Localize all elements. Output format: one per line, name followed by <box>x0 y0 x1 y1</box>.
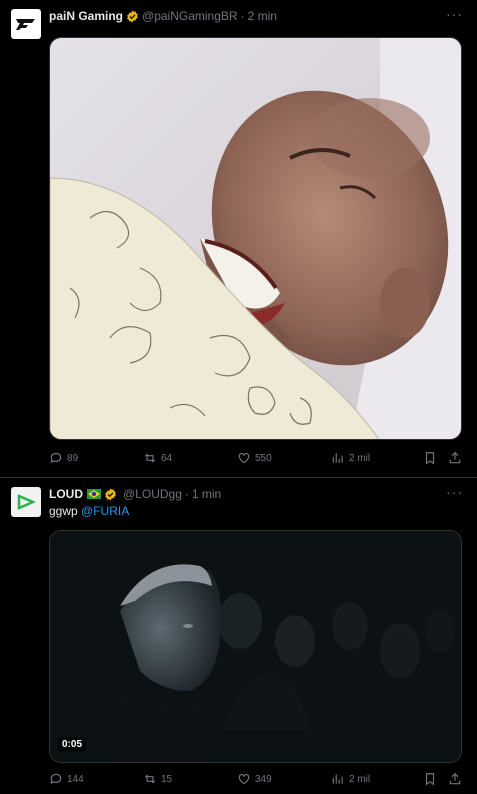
video-timestamp: 0:05 <box>58 737 87 752</box>
more-options-icon[interactable]: ··· <box>446 6 463 22</box>
retweet-icon <box>144 453 156 463</box>
reply-icon <box>50 773 62 785</box>
mention-link[interactable]: @FURIA <box>81 504 129 518</box>
tweet-video[interactable]: 0:05 <box>49 530 462 763</box>
tweet-body: ggwp <box>49 504 78 518</box>
display-name[interactable]: paiN Gaming <box>49 9 123 23</box>
views-icon <box>332 453 343 463</box>
tweet-video[interactable] <box>49 37 462 440</box>
separator: · <box>184 487 189 501</box>
reply-count: 144 <box>67 773 84 785</box>
avatar[interactable] <box>11 9 41 39</box>
bookmark-icon <box>425 773 435 786</box>
timestamp[interactable]: 1 min <box>192 487 221 501</box>
loud-logo-icon <box>17 494 35 510</box>
heart-icon <box>238 774 250 785</box>
view-count: 2 mil <box>349 452 371 464</box>
tweet-pain[interactable]: paiN Gaming @paiNGamingBR · 2 min ··· 89… <box>0 0 477 476</box>
tweet-header: paiN Gaming @paiNGamingBR · 2 min <box>49 7 277 25</box>
verified-badge-icon <box>127 10 138 22</box>
heart-icon <box>238 453 250 464</box>
retweet-button[interactable]: 64 <box>143 451 172 465</box>
video-frame <box>50 38 461 439</box>
brazil-flag-icon <box>87 489 101 499</box>
views-button[interactable]: 2 mil <box>331 772 370 786</box>
views-icon <box>332 774 343 784</box>
tweet-loud[interactable]: LOUD @LOUDgg · 1 min ··· ggwp @FURIA 0:0… <box>0 478 477 794</box>
bookmark-button[interactable] <box>423 451 437 465</box>
share-icon <box>449 772 461 785</box>
reply-count: 89 <box>67 452 79 464</box>
action-bar: 144 15 349 2 mil <box>49 772 464 788</box>
tweet-header: LOUD @LOUDgg · 1 min <box>49 485 221 503</box>
action-bar: 89 64 550 2 mil <box>49 451 464 467</box>
handle[interactable]: @paiNGamingBR <box>142 9 238 23</box>
share-icon <box>449 451 461 464</box>
reply-button[interactable]: 144 <box>49 772 84 786</box>
avatar[interactable] <box>11 487 41 517</box>
tweet-text: ggwp @FURIA <box>49 504 129 518</box>
video-frame <box>50 531 461 762</box>
retweet-button[interactable]: 15 <box>143 772 172 786</box>
share-button[interactable] <box>448 772 462 786</box>
bookmark-icon <box>425 452 435 465</box>
bookmark-button[interactable] <box>423 772 437 786</box>
like-count: 349 <box>255 773 272 785</box>
retweet-icon <box>144 774 156 784</box>
handle[interactable]: @LOUDgg <box>123 487 182 501</box>
more-options-icon[interactable]: ··· <box>446 484 463 500</box>
reply-button[interactable]: 89 <box>49 451 78 465</box>
separator: · <box>240 9 245 23</box>
view-count: 2 mil <box>349 773 371 785</box>
pain-logo-icon <box>16 19 35 30</box>
like-count: 550 <box>255 452 272 464</box>
retweet-count: 64 <box>161 452 173 464</box>
reply-icon <box>50 452 62 464</box>
like-button[interactable]: 349 <box>237 772 272 786</box>
verified-badge-icon <box>105 488 116 500</box>
timestamp[interactable]: 2 min <box>248 9 277 23</box>
retweet-count: 15 <box>161 773 173 785</box>
like-button[interactable]: 550 <box>237 451 272 465</box>
views-button[interactable]: 2 mil <box>331 451 370 465</box>
display-name[interactable]: LOUD <box>49 487 83 501</box>
share-button[interactable] <box>448 451 462 465</box>
